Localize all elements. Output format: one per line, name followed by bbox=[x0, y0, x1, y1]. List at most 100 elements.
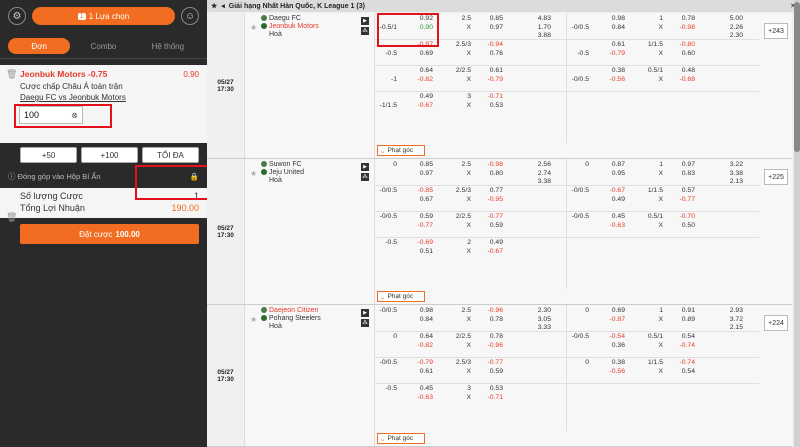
odds-cell[interactable]: 3.22 bbox=[713, 161, 743, 169]
odds-cell[interactable]: 0.45 bbox=[403, 385, 433, 393]
odds-cell[interactable]: -0.94 bbox=[473, 41, 504, 49]
odds-cell[interactable]: 0.50 bbox=[665, 222, 695, 230]
odds-cell[interactable]: 0.85 bbox=[403, 161, 433, 169]
away-team[interactable]: Pohang Steelers bbox=[269, 315, 321, 322]
league-header[interactable]: ★ ◂ Giải hạng Nhất Hàn Quốc, K League 1 … bbox=[207, 0, 800, 12]
odds-cell[interactable]: -0.67 bbox=[473, 248, 504, 256]
odds-cell[interactable]: 0.77 bbox=[473, 187, 503, 195]
odds-cell[interactable]: 1.70 bbox=[521, 24, 551, 32]
odds-cell[interactable]: 0.61 bbox=[403, 368, 433, 376]
odds-cell[interactable]: 0.84 bbox=[403, 316, 433, 324]
star-icon[interactable]: ★ bbox=[211, 2, 217, 10]
odds-cell[interactable]: 0.78 bbox=[473, 333, 503, 341]
odds-cell[interactable]: -0.71 bbox=[473, 394, 504, 402]
odds-cell[interactable]: -0.70 bbox=[665, 213, 696, 221]
odds-cell[interactable]: -0.67 bbox=[595, 187, 626, 195]
corner-toggle-button[interactable]: ⌄ Phạt góc bbox=[377, 433, 425, 444]
odds-cell[interactable]: 0.49 bbox=[473, 239, 503, 247]
odds-cell[interactable]: -0.56 bbox=[595, 368, 626, 376]
odds-cell[interactable]: 0.45 bbox=[595, 213, 625, 221]
odds-cell[interactable]: 0.51 bbox=[403, 248, 433, 256]
trash-icon[interactable]: 🗑 bbox=[6, 69, 17, 80]
odds-cell[interactable]: 3.38 bbox=[713, 170, 743, 178]
odds-cell[interactable]: 2.26 bbox=[713, 24, 743, 32]
scrollbar-thumb[interactable] bbox=[794, 2, 800, 152]
odds-cell[interactable]: 2.30 bbox=[521, 307, 551, 315]
odds-cell[interactable]: 0.64 bbox=[403, 333, 433, 341]
odds-cell[interactable]: 0.69 bbox=[595, 307, 625, 315]
odds-cell[interactable]: 0.61 bbox=[473, 67, 503, 75]
odds-cell[interactable]: 0.87 bbox=[595, 161, 625, 169]
corner-toggle-button[interactable]: ⌄ Phạt góc bbox=[377, 291, 425, 302]
away-team[interactable]: Jeju United bbox=[269, 169, 304, 176]
add-50-button[interactable]: +50 bbox=[20, 147, 77, 163]
odds-cell[interactable]: -0.79 bbox=[595, 50, 626, 58]
match-link[interactable]: Daegu FC vs Jeonbuk Motors bbox=[20, 93, 201, 102]
odds-cell[interactable]: -0.98 bbox=[473, 161, 504, 169]
trash-all-icon[interactable]: 🗑 bbox=[6, 212, 17, 223]
more-markets-button[interactable]: +224 bbox=[764, 315, 788, 331]
odds-cell[interactable]: 0.60 bbox=[665, 50, 695, 58]
odds-cell[interactable]: 0.59 bbox=[403, 213, 433, 221]
odds-cell[interactable]: 0.98 bbox=[403, 307, 433, 315]
tab-single[interactable]: Đơn bbox=[8, 38, 71, 54]
odds-cell[interactable]: 2.93 bbox=[713, 307, 743, 315]
odds-cell[interactable]: -0.77 bbox=[473, 359, 504, 367]
odds-cell[interactable]: -0.85 bbox=[403, 187, 434, 195]
star-icon[interactable]: ★ bbox=[250, 315, 257, 324]
odds-cell[interactable]: 0.78 bbox=[665, 15, 695, 23]
odds-cell[interactable]: -0.77 bbox=[665, 196, 696, 204]
odds-cell[interactable]: 0.54 bbox=[665, 333, 695, 341]
home-team[interactable]: Daejeon Citizen bbox=[269, 307, 318, 314]
odds-cell[interactable]: -0.63 bbox=[595, 222, 626, 230]
place-bet-button[interactable]: Đặt cược 100.00 bbox=[20, 224, 199, 244]
away-team[interactable]: Jeonbuk Motors bbox=[269, 23, 319, 30]
odds-cell[interactable]: -0.82 bbox=[403, 342, 434, 350]
odds-cell[interactable]: 0.49 bbox=[403, 93, 433, 101]
odds-cell[interactable]: -0.68 bbox=[665, 76, 696, 84]
odds-cell[interactable]: -0.79 bbox=[473, 76, 504, 84]
odds-cell[interactable]: 2.74 bbox=[521, 170, 551, 178]
odds-cell[interactable]: -0.56 bbox=[595, 76, 626, 84]
odds-cell[interactable]: 0.97 bbox=[403, 170, 433, 178]
odds-cell[interactable]: -0.71 bbox=[473, 93, 504, 101]
stats-icon[interactable]: ⁂ bbox=[361, 173, 369, 181]
odds-cell[interactable]: 4.83 bbox=[521, 15, 551, 23]
odds-cell[interactable]: 0.38 bbox=[595, 359, 625, 367]
stats-icon[interactable]: ⁂ bbox=[361, 319, 369, 327]
odds-cell[interactable]: -0.74 bbox=[665, 359, 696, 367]
odds-cell[interactable]: -0.69 bbox=[403, 239, 434, 247]
tab-combo[interactable]: Combo bbox=[72, 38, 134, 54]
odds-cell[interactable]: 0.97 bbox=[473, 24, 503, 32]
odds-cell[interactable]: -0.77 bbox=[403, 222, 434, 230]
odds-cell[interactable]: 0.59 bbox=[473, 222, 503, 230]
odds-cell[interactable]: -0.95 bbox=[473, 196, 504, 204]
odds-cell[interactable]: 0.84 bbox=[595, 24, 625, 32]
odds-cell[interactable]: 0.83 bbox=[665, 170, 695, 178]
odds-cell[interactable]: -0.54 bbox=[595, 333, 626, 341]
tab-system[interactable]: Hệ thống bbox=[137, 38, 199, 54]
odds-cell[interactable]: -0.80 bbox=[665, 41, 696, 49]
star-icon[interactable]: ★ bbox=[250, 169, 257, 178]
settings-icon[interactable]: ⚙ bbox=[8, 7, 26, 25]
odds-cell[interactable]: 0.38 bbox=[595, 67, 625, 75]
odds-cell[interactable]: 0.76 bbox=[473, 50, 503, 58]
more-markets-button[interactable]: +225 bbox=[764, 169, 788, 185]
odds-cell[interactable]: 0.53 bbox=[473, 102, 503, 110]
odds-cell[interactable]: 0.97 bbox=[665, 161, 695, 169]
odds-cell[interactable]: -0.63 bbox=[403, 394, 434, 402]
selection-count-pill[interactable]: 1 1 Lựa chọn bbox=[32, 7, 175, 25]
odds-cell[interactable]: 3.05 bbox=[521, 316, 551, 324]
odds-cell[interactable]: 0.64 bbox=[403, 67, 433, 75]
odds-cell[interactable]: 5.00 bbox=[713, 15, 743, 23]
user-icon[interactable]: ☺ bbox=[181, 7, 199, 25]
more-markets-button[interactable]: +243 bbox=[764, 23, 788, 39]
odds-cell[interactable]: 0.95 bbox=[595, 170, 625, 178]
odds-cell[interactable]: 0.48 bbox=[665, 67, 695, 75]
odds-cell[interactable]: -0.82 bbox=[403, 76, 434, 84]
odds-cell[interactable]: -0.96 bbox=[473, 307, 504, 315]
max-button[interactable]: TỐI ĐA bbox=[142, 147, 199, 163]
odds-cell[interactable]: -0.74 bbox=[665, 342, 696, 350]
odds-cell[interactable]: -0.79 bbox=[403, 359, 434, 367]
odds-cell[interactable]: 0.53 bbox=[473, 385, 503, 393]
